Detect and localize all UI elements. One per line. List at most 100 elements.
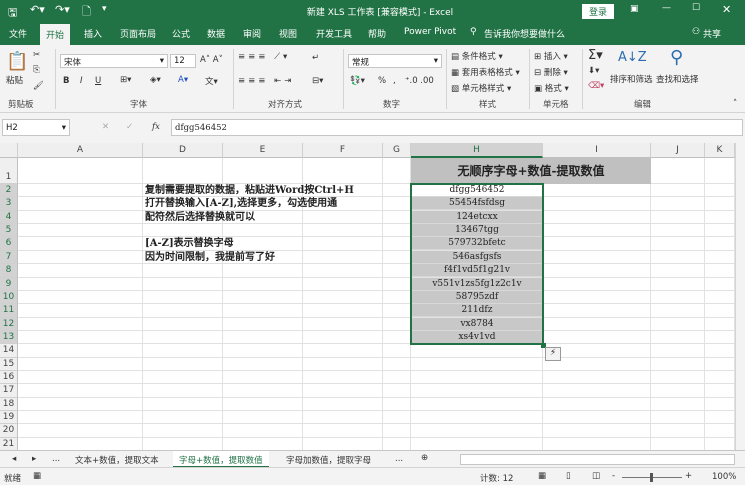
maximize-icon[interactable]: ☐ xyxy=(692,3,700,13)
macro-record-icon[interactable]: ▦ xyxy=(33,471,41,481)
wrap-text-icon[interactable]: ↵ xyxy=(312,53,319,63)
font-color-icon[interactable]: A▾ xyxy=(178,75,188,85)
row-header[interactable]: 4 xyxy=(0,210,18,225)
more-sheets-left[interactable]: ... xyxy=(52,454,60,464)
row-header[interactable]: 17 xyxy=(0,384,18,398)
sheet-tab-1[interactable]: 文本+数值，提取文本 xyxy=(75,454,159,466)
tab-formulas[interactable]: 公式 xyxy=(172,27,190,40)
row-header[interactable]: 15 xyxy=(0,357,18,372)
save-icon[interactable]: 🖫 xyxy=(8,4,17,23)
next-sheet-icon[interactable]: ▸ xyxy=(32,454,36,464)
redo-icon[interactable]: ↷▾ xyxy=(55,3,70,16)
row-header[interactable]: 5 xyxy=(0,224,18,238)
find-icon[interactable]: ⚲ xyxy=(670,47,683,68)
tab-power-pivot[interactable]: Power Pivot xyxy=(404,27,456,37)
column-header[interactable]: H xyxy=(411,143,543,158)
number-format-select[interactable]: 常规 ▾ xyxy=(348,54,442,68)
instruction-note[interactable]: 复制需要提取的数据，粘贴进Word按Ctrl+H xyxy=(145,184,354,197)
cell-styles-button[interactable]: ▧ 单元格样式 ▾ xyxy=(451,82,511,94)
vertical-scrollbar[interactable] xyxy=(735,143,745,450)
clear-icon[interactable]: ⌫▾ xyxy=(588,81,604,91)
sheet-tab-3[interactable]: 字母加数值，提取字母 xyxy=(286,454,371,466)
italic-button[interactable]: I xyxy=(80,76,83,86)
instruction-note[interactable]: 打开替换输入[A-Z],选择更多，勾选使用通 xyxy=(145,197,337,210)
cancel-icon[interactable]: ✕ xyxy=(102,122,109,132)
delete-cells-button[interactable]: ⊟ 删除 ▾ xyxy=(534,66,568,78)
tab-data[interactable]: 数据 xyxy=(207,27,225,40)
worksheet-grid[interactable]: A D E F G H I J K 1 2 3 4 5 6 7 8 9 10 11 12 13 14 15 16 17 18 19 20… xyxy=(0,143,745,452)
tab-help[interactable]: 帮助 xyxy=(368,27,386,40)
column-header[interactable]: D xyxy=(143,143,223,158)
bold-button[interactable]: B xyxy=(63,76,69,86)
row-header[interactable]: 8 xyxy=(0,264,18,278)
comma-button[interactable]: , xyxy=(393,76,396,86)
paste-button[interactable]: 粘贴 xyxy=(6,74,23,86)
row-header[interactable]: 13 xyxy=(0,330,18,345)
minimize-icon[interactable]: — xyxy=(662,3,671,13)
column-header[interactable]: A xyxy=(18,143,143,158)
row-header[interactable]: 7 xyxy=(0,250,18,265)
border-icon[interactable]: ⊞▾ xyxy=(120,75,131,85)
row-header[interactable]: 16 xyxy=(0,371,18,385)
customize-icon[interactable]: ▾ xyxy=(102,4,107,14)
instruction-note[interactable]: [A-Z]表示替换字母 xyxy=(145,237,234,250)
row-header[interactable]: 10 xyxy=(0,290,18,305)
horizontal-align-icons[interactable]: ≡≡≡ ⇤⇥ xyxy=(238,76,294,86)
insert-cells-button[interactable]: ⊞ 插入 ▾ xyxy=(534,50,568,62)
percent-button[interactable]: % xyxy=(378,76,386,86)
font-grow-icon[interactable]: A˄ A˅ xyxy=(200,55,223,65)
name-box[interactable]: H2 ▾ xyxy=(2,119,70,136)
normal-view-icon[interactable]: ▦ xyxy=(538,471,546,481)
sort-filter-icon[interactable]: A↓Z xyxy=(618,50,647,65)
page-break-view-icon[interactable]: ◫ xyxy=(592,471,600,481)
find-select-button[interactable]: 查找和选择 xyxy=(656,73,699,85)
font-size-select[interactable]: 12 xyxy=(170,54,196,68)
undo-icon[interactable]: ↶▾ xyxy=(30,3,45,16)
format-cells-button[interactable]: ▣ 格式 ▾ xyxy=(534,82,569,94)
column-header[interactable]: G xyxy=(383,143,411,158)
fill-icon[interactable]: ⬇▾ xyxy=(588,66,599,76)
format-painter-icon[interactable]: 🖌 xyxy=(33,81,44,91)
instruction-note[interactable]: 因为时间限制，我提前写了好 xyxy=(145,251,275,264)
row-header[interactable]: 14 xyxy=(0,344,18,358)
ribbon-display-icon[interactable]: ▣ xyxy=(630,4,639,14)
tab-insert[interactable]: 插入 xyxy=(84,27,102,40)
header-title-cell[interactable]: 无顺序字母+数值-提取数值 xyxy=(411,158,651,184)
column-header[interactable]: E xyxy=(223,143,303,158)
collapse-ribbon-icon[interactable]: ˄ xyxy=(733,99,737,109)
tab-view[interactable]: 视图 xyxy=(279,27,297,40)
tab-developer[interactable]: 开发工具 xyxy=(316,27,352,40)
column-header[interactable]: J xyxy=(651,143,705,158)
more-sheets-right[interactable]: ... xyxy=(395,454,403,464)
fill-color-icon[interactable]: ◈▾ xyxy=(150,75,161,85)
row-header[interactable]: 2 xyxy=(0,184,18,198)
autosum-icon[interactable]: Σ▾ xyxy=(588,48,603,63)
add-sheet-icon[interactable]: ⊕ xyxy=(421,453,428,463)
copy-icon[interactable]: ⎘ xyxy=(33,65,40,75)
tab-home[interactable]: 开始 xyxy=(40,24,71,45)
formula-input[interactable]: dfgg546452 xyxy=(171,119,743,136)
tell-me-input[interactable]: 告诉我你想要做什么 xyxy=(484,27,565,40)
accounting-icon[interactable]: 💱▾ xyxy=(350,76,365,86)
decimal-icons[interactable]: ⁺.0 .00 xyxy=(405,76,434,86)
sheet-tab-2-active[interactable]: 字母+数值，提取数值 xyxy=(173,451,269,468)
close-icon[interactable]: ✕ xyxy=(722,3,731,16)
underline-button[interactable]: U xyxy=(95,76,101,86)
page-layout-view-icon[interactable]: ▯ xyxy=(566,471,571,481)
row-header[interactable]: 3 xyxy=(0,197,18,211)
zoom-slider[interactable]: - + xyxy=(612,471,692,483)
insert-function-button[interactable]: fx xyxy=(152,122,160,132)
column-header[interactable]: I xyxy=(543,143,651,158)
column-header[interactable]: K xyxy=(705,143,735,158)
phonetic-icon[interactable]: 文▾ xyxy=(205,75,218,87)
row-header[interactable]: 1 xyxy=(0,158,18,184)
row-header[interactable]: 12 xyxy=(0,317,18,331)
quick-analysis-icon[interactable]: ⚡ xyxy=(545,347,561,361)
enter-icon[interactable]: ✓ xyxy=(126,122,133,132)
zoom-level[interactable]: 100% xyxy=(712,472,736,482)
column-header[interactable]: F xyxy=(303,143,383,158)
horizontal-scrollbar[interactable] xyxy=(460,454,735,465)
row-header[interactable]: 6 xyxy=(0,237,18,251)
tab-file[interactable]: 文件 xyxy=(9,27,27,40)
cut-icon[interactable]: ✂ xyxy=(33,50,40,60)
